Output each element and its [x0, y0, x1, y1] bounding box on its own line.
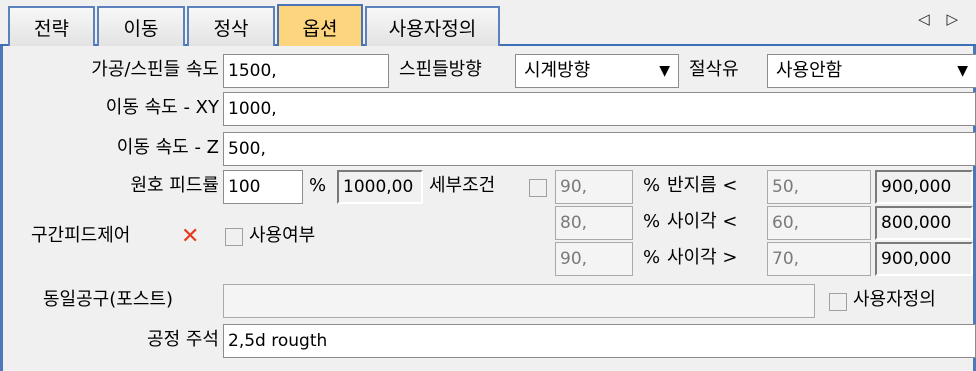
tab-move[interactable]: 이동	[97, 6, 185, 46]
spindle-direction-label: 스핀들방향	[399, 59, 482, 80]
detail-cond-value-3[interactable]: 70,	[767, 242, 871, 276]
move-speed-xy-label: 이동 속도 - XY	[105, 97, 219, 118]
arc-feed-result: 1000,00	[337, 170, 423, 204]
tab-label: 정삭	[213, 17, 249, 40]
dropdown-arrow-icon: ▼	[659, 63, 670, 79]
move-speed-z-input[interactable]: 500,	[223, 132, 976, 166]
tab-label: 옵션	[302, 17, 338, 40]
detail-cond-value-2[interactable]: 60,	[767, 206, 871, 240]
arc-feed-unit: %	[309, 175, 327, 196]
detail-cond-label-2: 사이각 <	[667, 211, 738, 232]
tab-scroll-arrows[interactable]: ◁ ▷	[918, 10, 964, 28]
detail-result-1: 900,000	[875, 170, 973, 204]
detail-unit-1: %	[643, 175, 661, 196]
detail-percent-2[interactable]: 80,	[555, 206, 633, 240]
machining-speed-input[interactable]: 1500,	[223, 54, 389, 88]
tab-finishing[interactable]: 정삭	[187, 6, 275, 46]
same-tool-custom-label: 사용자정의	[853, 289, 936, 310]
detail-result-2: 800,000	[875, 206, 973, 240]
options-panel: 가공/스핀들 속도 1500, 스핀들방향 시계방향 ▼ 절삭유 사용안함 ▼ …	[0, 46, 976, 371]
arc-feed-input[interactable]: 100	[223, 170, 303, 204]
detail-cond-value-1[interactable]: 50,	[767, 170, 871, 204]
detail-cond-label-1: 반지름 <	[667, 175, 738, 196]
coolant-value: 사용안함	[776, 60, 843, 81]
detail-percent-3[interactable]: 90,	[555, 242, 633, 276]
spindle-direction-value: 시계방향	[524, 60, 591, 81]
machining-speed-label: 가공/스핀들 속도	[91, 59, 219, 80]
tab-label: 사용자정의	[388, 17, 477, 40]
detail-result-3: 900,000	[875, 242, 973, 276]
dropdown-arrow-icon: ▼	[957, 63, 968, 79]
detail-unit-2: %	[643, 211, 661, 232]
detail-percent-1[interactable]: 90,	[555, 170, 633, 204]
move-speed-xy-input[interactable]: 1000,	[223, 92, 976, 126]
section-feed-control-label: 구간피드제어	[31, 225, 131, 246]
detail-cond-label-3: 사이각 >	[667, 247, 738, 268]
detail-conditions-checkbox[interactable]	[529, 179, 547, 197]
arc-feed-label: 원호 피드률	[130, 175, 219, 196]
red-x-icon: ✕	[181, 224, 200, 249]
tab-bar: 전략 이동 정삭 옵션 사용자정의 ◁ ▷	[0, 0, 976, 48]
section-feed-use-checkbox[interactable]	[225, 228, 243, 246]
detail-unit-3: %	[643, 247, 661, 268]
same-tool-input[interactable]	[223, 284, 815, 318]
tab-custom[interactable]: 사용자정의	[365, 6, 500, 46]
tab-label: 전략	[34, 17, 69, 40]
spindle-direction-select[interactable]: 시계방향 ▼	[515, 54, 679, 88]
process-note-label: 공정 주석	[147, 329, 219, 350]
process-note-input[interactable]: 2,5d rougth	[223, 324, 976, 358]
detail-conditions-label: 세부조건	[429, 175, 496, 196]
move-speed-z-label: 이동 속도 - Z	[116, 137, 219, 158]
section-feed-use-label: 사용여부	[249, 225, 316, 246]
tab-strategy[interactable]: 전략	[8, 6, 95, 46]
same-tool-custom-checkbox[interactable]	[829, 293, 847, 311]
coolant-select[interactable]: 사용안함 ▼	[767, 54, 976, 88]
tab-label: 이동	[123, 17, 159, 40]
same-tool-label: 동일공구(포스트)	[43, 289, 173, 310]
tab-options[interactable]: 옵션	[277, 4, 363, 48]
coolant-label: 절삭유	[689, 59, 739, 80]
